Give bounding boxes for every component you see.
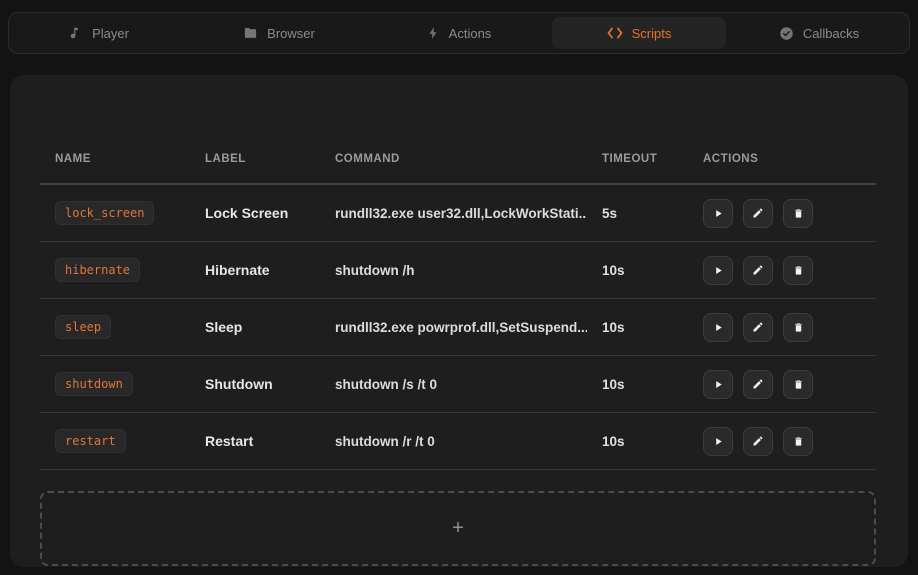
delete-script-button[interactable] bbox=[783, 427, 813, 456]
column-header-label: LABEL bbox=[190, 153, 320, 165]
pencil-icon bbox=[752, 435, 764, 447]
script-command: shutdown /r /t 0 bbox=[320, 434, 587, 449]
tab-label: Callbacks bbox=[803, 26, 859, 41]
play-icon bbox=[713, 379, 724, 390]
column-header-command: COMMAND bbox=[320, 153, 587, 165]
delete-script-button[interactable] bbox=[783, 256, 813, 285]
table-row: sleep Sleep rundll32.exe powrprof.dll,Se… bbox=[40, 299, 876, 356]
add-script-button[interactable]: + bbox=[40, 491, 876, 566]
script-label: Hibernate bbox=[190, 262, 320, 278]
script-command: rundll32.exe powrprof.dll,SetSuspend... bbox=[320, 320, 587, 335]
run-script-button[interactable] bbox=[703, 427, 733, 456]
tab-scripts[interactable]: Scripts bbox=[552, 17, 726, 49]
edit-script-button[interactable] bbox=[743, 199, 773, 228]
script-name-badge: hibernate bbox=[55, 258, 140, 282]
table-row: lock_screen Lock Screen rundll32.exe use… bbox=[40, 185, 876, 242]
delete-script-button[interactable] bbox=[783, 313, 813, 342]
edit-script-button[interactable] bbox=[743, 427, 773, 456]
pencil-icon bbox=[752, 321, 764, 333]
delete-script-button[interactable] bbox=[783, 370, 813, 399]
edit-script-button[interactable] bbox=[743, 256, 773, 285]
table-body: lock_screen Lock Screen rundll32.exe use… bbox=[40, 185, 876, 470]
run-script-button[interactable] bbox=[703, 199, 733, 228]
folder-icon bbox=[243, 26, 258, 41]
tab-label: Actions bbox=[449, 26, 492, 41]
script-name-badge: shutdown bbox=[55, 372, 133, 396]
play-icon bbox=[713, 322, 724, 333]
run-script-button[interactable] bbox=[703, 313, 733, 342]
script-timeout: 10s bbox=[587, 263, 688, 278]
run-script-button[interactable] bbox=[703, 370, 733, 399]
tab-label: Browser bbox=[267, 26, 315, 41]
plus-icon: + bbox=[452, 517, 464, 540]
tab-actions[interactable]: Actions bbox=[372, 17, 546, 49]
tab-label: Player bbox=[92, 26, 129, 41]
script-command: shutdown /h bbox=[320, 263, 587, 278]
run-script-button[interactable] bbox=[703, 256, 733, 285]
edit-script-button[interactable] bbox=[743, 313, 773, 342]
music-note-icon bbox=[69, 26, 83, 40]
script-name-badge: restart bbox=[55, 429, 126, 453]
column-header-timeout: TIMEOUT bbox=[587, 153, 688, 165]
play-icon bbox=[713, 265, 724, 276]
script-label: Lock Screen bbox=[190, 205, 320, 221]
check-circle-icon bbox=[779, 26, 794, 41]
scripts-panel: NAME LABEL COMMAND TIMEOUT ACTIONS lock_… bbox=[10, 75, 908, 567]
trash-icon bbox=[793, 378, 804, 391]
column-header-actions: ACTIONS bbox=[688, 153, 876, 165]
pencil-icon bbox=[752, 264, 764, 276]
delete-script-button[interactable] bbox=[783, 199, 813, 228]
script-timeout: 10s bbox=[587, 377, 688, 392]
script-label: Shutdown bbox=[190, 376, 320, 392]
script-label: Sleep bbox=[190, 319, 320, 335]
script-timeout: 5s bbox=[587, 206, 688, 221]
tab-callbacks[interactable]: Callbacks bbox=[732, 17, 906, 49]
trash-icon bbox=[793, 207, 804, 220]
pencil-icon bbox=[752, 378, 764, 390]
play-icon bbox=[713, 436, 724, 447]
play-icon bbox=[713, 208, 724, 219]
script-name-badge: lock_screen bbox=[55, 201, 154, 225]
table-row: shutdown Shutdown shutdown /s /t 0 10s bbox=[40, 356, 876, 413]
top-tab-bar: Player Browser Actions Scripts Callbacks bbox=[8, 12, 910, 54]
table-header-row: NAME LABEL COMMAND TIMEOUT ACTIONS bbox=[40, 135, 876, 185]
script-name-badge: sleep bbox=[55, 315, 111, 339]
script-timeout: 10s bbox=[587, 434, 688, 449]
tab-label: Scripts bbox=[632, 26, 672, 41]
edit-script-button[interactable] bbox=[743, 370, 773, 399]
code-icon bbox=[607, 27, 623, 39]
script-command: rundll32.exe user32.dll,LockWorkStati... bbox=[320, 206, 587, 221]
script-timeout: 10s bbox=[587, 320, 688, 335]
scripts-table: NAME LABEL COMMAND TIMEOUT ACTIONS lock_… bbox=[40, 135, 876, 470]
tab-browser[interactable]: Browser bbox=[192, 17, 366, 49]
trash-icon bbox=[793, 321, 804, 334]
table-row: restart Restart shutdown /r /t 0 10s bbox=[40, 413, 876, 470]
trash-icon bbox=[793, 435, 804, 448]
trash-icon bbox=[793, 264, 804, 277]
column-header-name: NAME bbox=[40, 153, 190, 165]
script-command: shutdown /s /t 0 bbox=[320, 377, 587, 392]
script-label: Restart bbox=[190, 433, 320, 449]
bolt-icon bbox=[427, 26, 440, 40]
table-row: hibernate Hibernate shutdown /h 10s bbox=[40, 242, 876, 299]
tab-player[interactable]: Player bbox=[12, 17, 186, 49]
pencil-icon bbox=[752, 207, 764, 219]
